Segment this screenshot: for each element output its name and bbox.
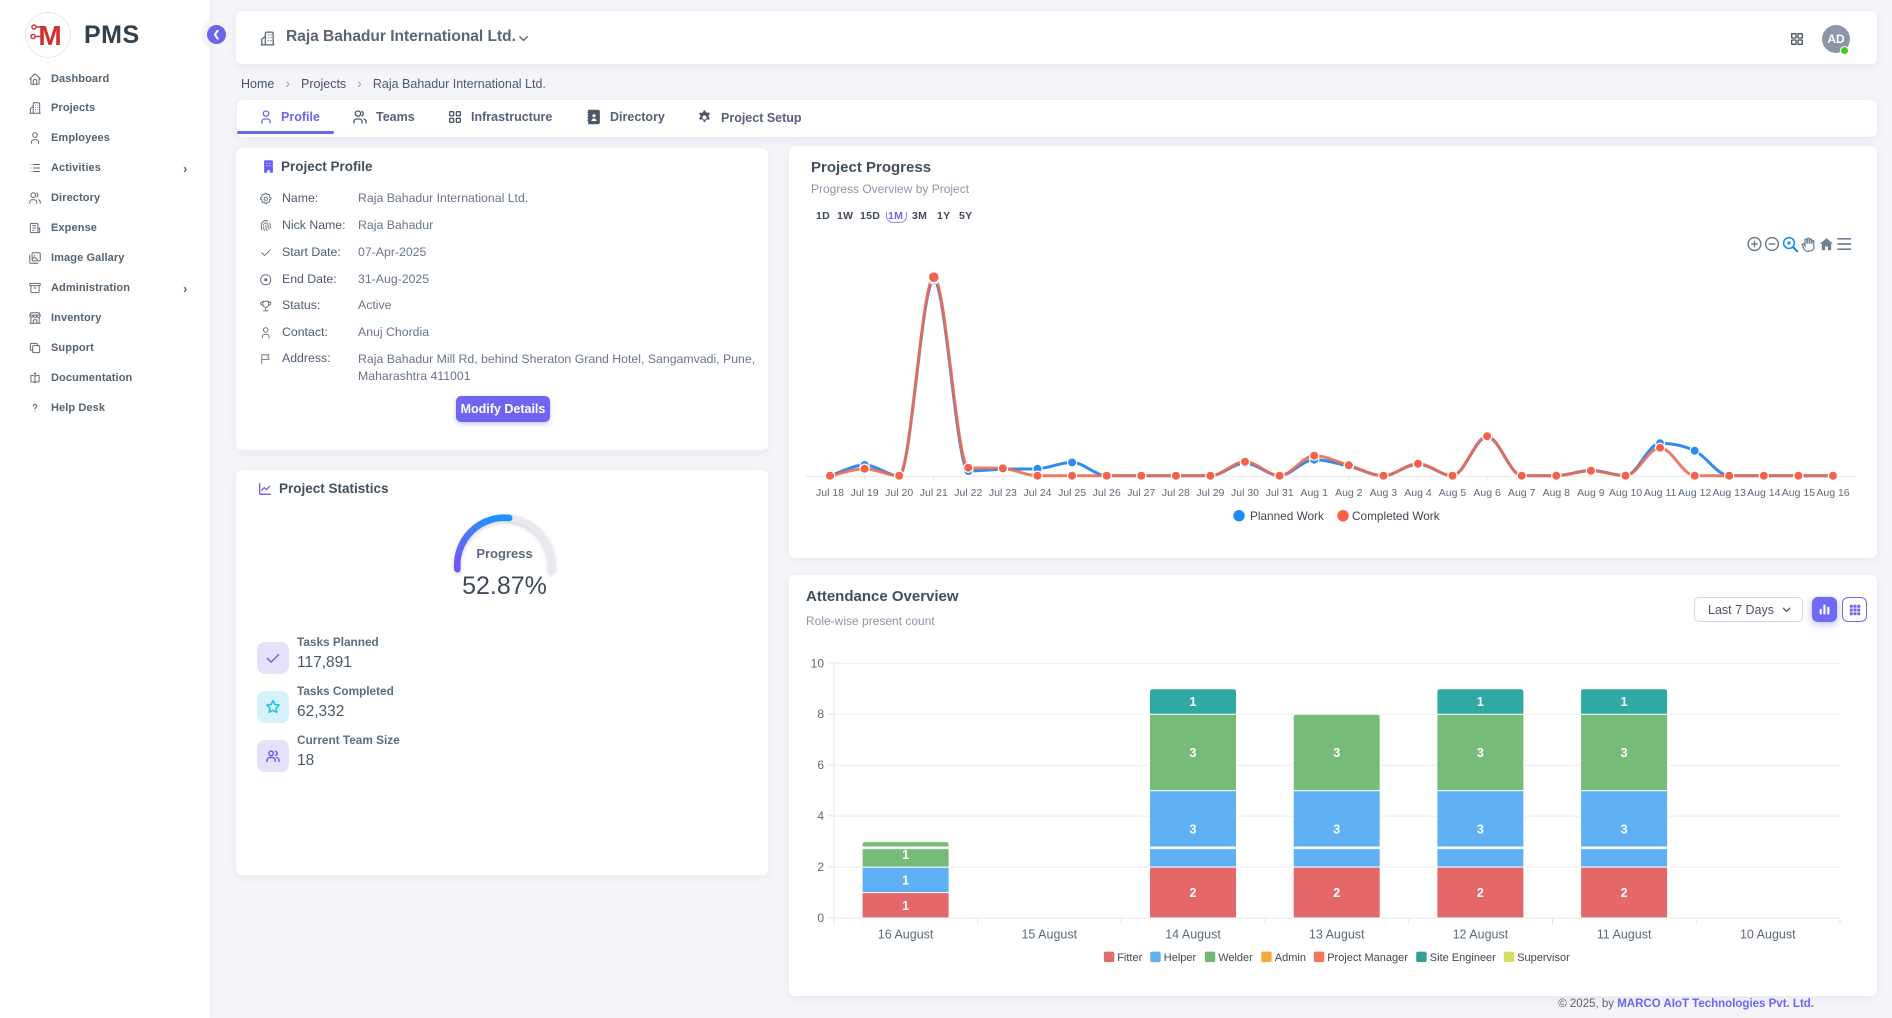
svg-text:2: 2 [1477,886,1484,900]
svg-text:Aug 3: Aug 3 [1370,487,1398,499]
svg-text:Jul 22: Jul 22 [954,487,982,499]
svg-text:Aug 8: Aug 8 [1543,487,1571,499]
svg-text:1: 1 [902,899,909,913]
svg-text:Fitter: Fitter [1117,952,1142,964]
svg-text:11 August: 11 August [1597,928,1652,942]
svg-text:0: 0 [817,911,824,925]
svg-text:10: 10 [811,656,825,670]
svg-text:3: 3 [1477,746,1484,760]
svg-text:4: 4 [817,809,824,823]
svg-text:3: 3 [1621,822,1628,836]
svg-text:3: 3 [1477,822,1484,836]
svg-text:Aug 12: Aug 12 [1678,487,1711,499]
svg-text:Planned Work: Planned Work [1250,509,1324,523]
svg-text:Helper: Helper [1164,952,1197,964]
svg-text:M: M [38,20,61,51]
svg-text:Completed Work: Completed Work [1352,509,1440,523]
svg-text:14 August: 14 August [1165,928,1221,942]
svg-text:Project Manager: Project Manager [1327,952,1408,964]
svg-text:Jul 27: Jul 27 [1127,487,1155,499]
svg-text:1: 1 [1621,695,1628,709]
svg-text:Jul 31: Jul 31 [1266,487,1294,499]
svg-text:2: 2 [1621,886,1628,900]
svg-text:1: 1 [902,873,909,887]
svg-text:Aug 7: Aug 7 [1508,487,1536,499]
svg-text:15 August: 15 August [1021,928,1077,942]
svg-text:Jul 30: Jul 30 [1231,487,1259,499]
svg-text:Aug 10: Aug 10 [1609,487,1642,499]
svg-text:1: 1 [1190,695,1197,709]
svg-text:Jul 23: Jul 23 [989,487,1017,499]
svg-text:Aug 14: Aug 14 [1747,487,1780,499]
svg-text:Aug 16: Aug 16 [1816,487,1849,499]
svg-text:Aug 1: Aug 1 [1300,487,1328,499]
svg-text:13 August: 13 August [1309,928,1365,942]
svg-text:3: 3 [1621,746,1628,760]
svg-text:Site Engineer: Site Engineer [1430,952,1496,964]
svg-text:Jul 25: Jul 25 [1058,487,1086,499]
svg-text:10 August: 10 August [1740,928,1796,942]
svg-text:Aug 13: Aug 13 [1713,487,1746,499]
svg-text:Jul 21: Jul 21 [920,487,948,499]
svg-text:Jul 24: Jul 24 [1023,487,1051,499]
svg-text:Jul 29: Jul 29 [1196,487,1224,499]
svg-text:Supervisor: Supervisor [1517,952,1570,964]
svg-text:Aug 9: Aug 9 [1577,487,1605,499]
svg-text:Jul 26: Jul 26 [1093,487,1121,499]
svg-text:3: 3 [1333,746,1340,760]
svg-text:12 August: 12 August [1453,928,1509,942]
svg-text:2: 2 [817,860,824,874]
svg-text:2: 2 [1333,886,1340,900]
svg-text:Aug 2: Aug 2 [1335,487,1363,499]
svg-text:Jul 20: Jul 20 [885,487,913,499]
svg-text:Aug 5: Aug 5 [1439,487,1467,499]
svg-text:1: 1 [902,848,909,862]
svg-text:Aug 6: Aug 6 [1473,487,1501,499]
svg-text:6: 6 [817,758,824,772]
svg-text:16 August: 16 August [878,928,934,942]
svg-text:Aug 15: Aug 15 [1782,487,1815,499]
svg-text:1: 1 [1477,695,1484,709]
svg-text:8: 8 [817,707,824,721]
svg-text:Jul 18: Jul 18 [816,487,844,499]
svg-text:Welder: Welder [1218,952,1253,964]
svg-text:Jul 19: Jul 19 [851,487,879,499]
svg-text:Aug 11: Aug 11 [1644,487,1677,499]
svg-text:Aug 4: Aug 4 [1404,487,1432,499]
svg-text:Admin: Admin [1275,952,1306,964]
svg-text:2: 2 [1190,886,1197,900]
svg-text:3: 3 [1333,822,1340,836]
svg-text:3: 3 [1190,822,1197,836]
svg-text:Jul 28: Jul 28 [1162,487,1190,499]
svg-text:3: 3 [1190,746,1197,760]
